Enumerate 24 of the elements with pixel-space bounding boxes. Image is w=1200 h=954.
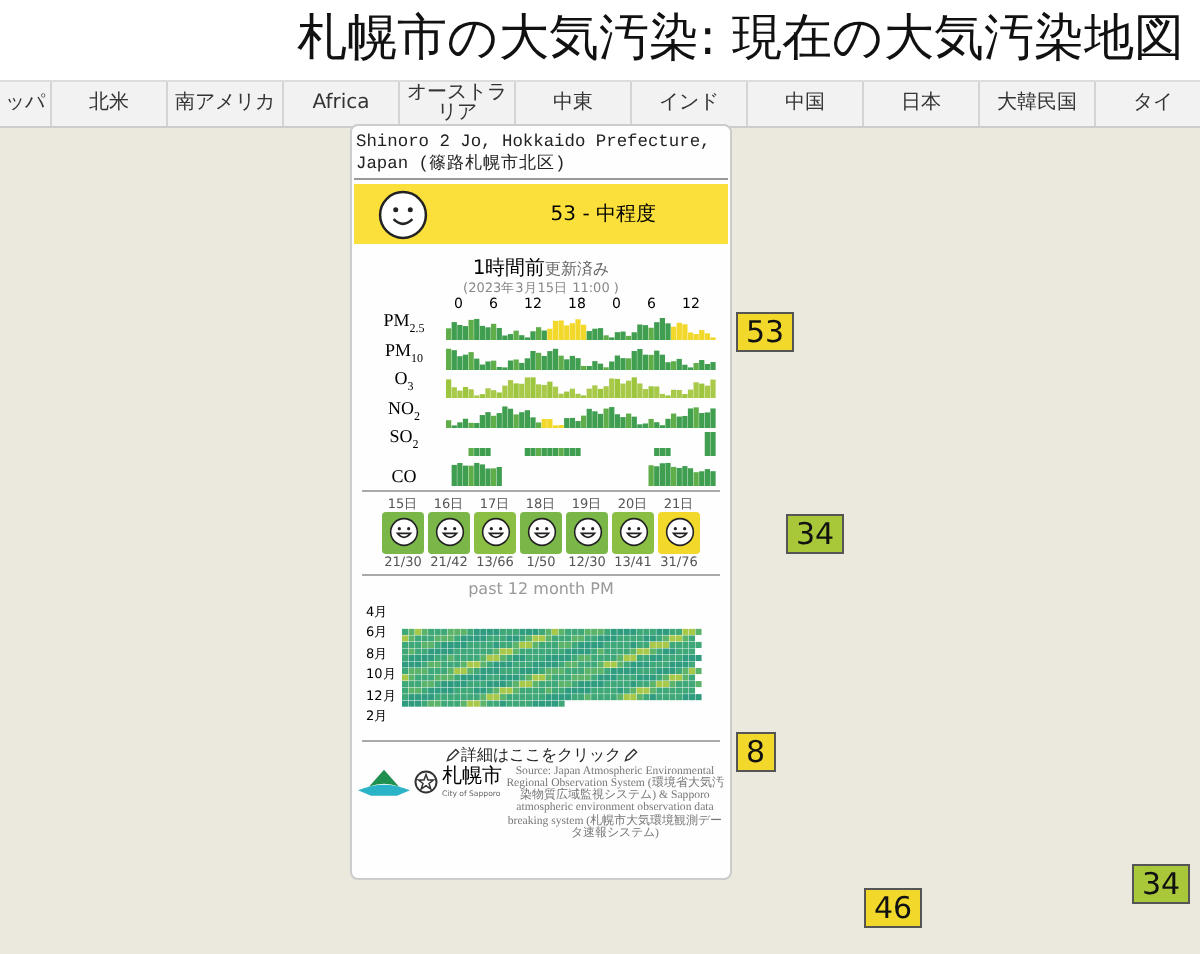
pollutant-label: CO bbox=[389, 465, 419, 485]
station-location: Shinoro 2 Jo, Hokkaido Prefecture, Japan (篠路札幌市北区) bbox=[354, 128, 728, 180]
aqi-marker[interactable]: 34 bbox=[1132, 864, 1191, 904]
pencil-icon bbox=[623, 748, 637, 762]
history-title: past 12 month PM bbox=[466, 579, 616, 599]
updated-label: 更新済み bbox=[545, 260, 610, 278]
city-logo-text: 札幌市 bbox=[442, 765, 502, 787]
aqi-marker[interactable]: 46 bbox=[864, 888, 923, 928]
aqi-marker[interactable]: 8 bbox=[736, 732, 776, 772]
page-title: 札幌市の大気汚染: 現在の大気汚染地図 bbox=[295, 6, 1186, 70]
pollutant-label: O$_{3}$ bbox=[392, 368, 416, 398]
city-emblem-icon bbox=[414, 769, 438, 793]
details-link[interactable]: 詳細はここをクリック bbox=[461, 745, 621, 765]
aqi-marker[interactable]: 34 bbox=[786, 514, 845, 554]
aqi-marker[interactable]: 53 bbox=[736, 312, 795, 352]
pollutant-label: PM$_{10}$ bbox=[382, 339, 425, 369]
aqi-reading: 53 - 中程度 bbox=[550, 201, 656, 228]
pollutant-label: PM$_{2.5}$ bbox=[381, 310, 427, 340]
pencil-icon bbox=[445, 748, 459, 762]
updated-time: 1時間前 bbox=[472, 258, 546, 280]
pollutant-label: NO$_{2}$ bbox=[386, 397, 422, 427]
mountain-logo-icon bbox=[358, 766, 410, 796]
pollutant-label: SO$_{2}$ bbox=[387, 426, 421, 456]
smiley-face-icon bbox=[378, 189, 428, 239]
